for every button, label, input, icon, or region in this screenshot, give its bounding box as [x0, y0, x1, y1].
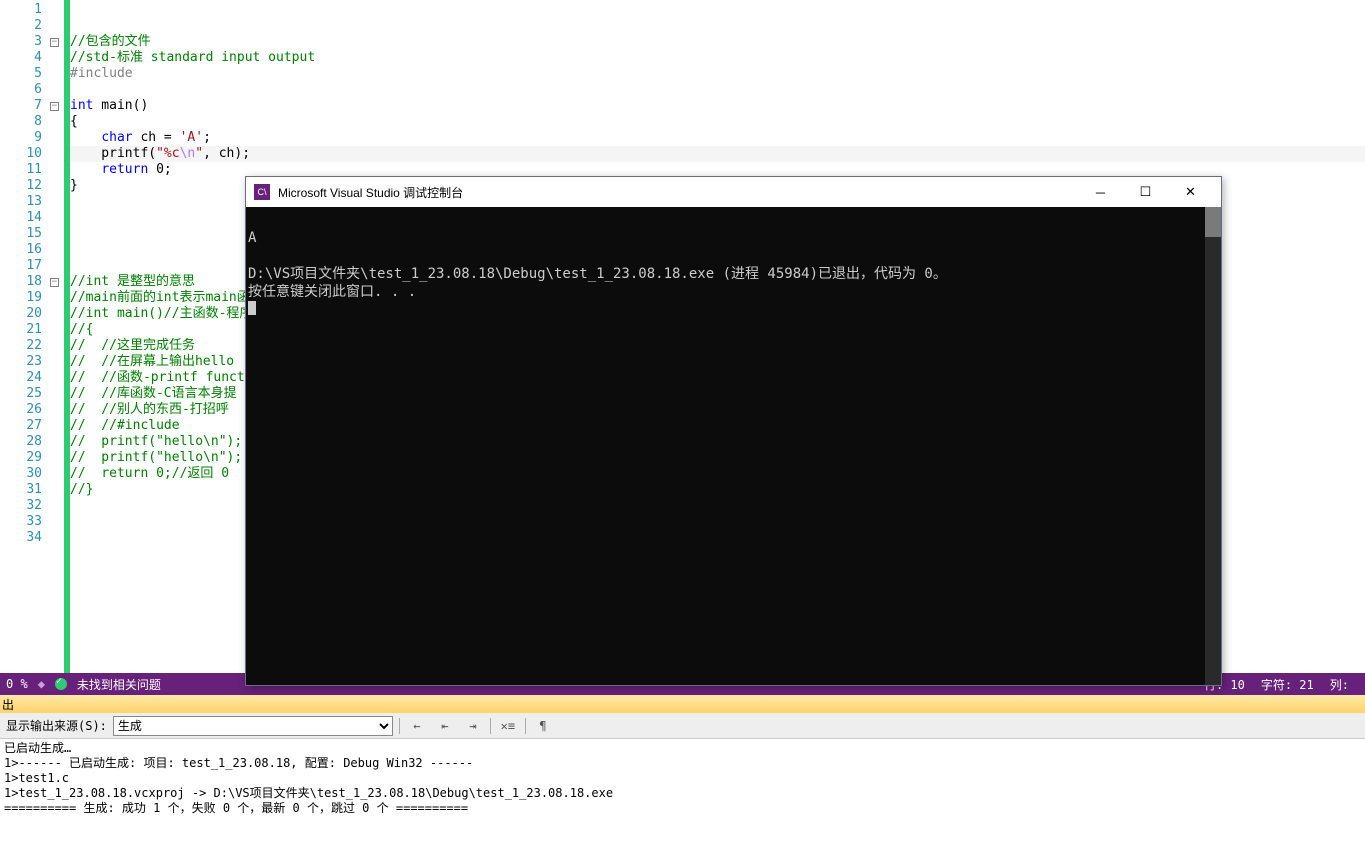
- console-title-text: Microsoft Visual Studio 调试控制台: [278, 184, 463, 201]
- output-source-select[interactable]: 生成: [113, 716, 393, 736]
- fold-toggle[interactable]: −: [50, 38, 59, 47]
- vs-icon: C\: [254, 184, 270, 200]
- output-panel-header[interactable]: 出: [0, 695, 1365, 713]
- maximize-button[interactable]: ☐: [1123, 178, 1168, 206]
- output-source-label: 显示输出来源(S):: [6, 717, 107, 734]
- fold-strip[interactable]: − − −: [50, 0, 64, 673]
- output-body[interactable]: 已启动生成… 1>------ 已启动生成: 项目: test_1_23.08.…: [0, 739, 1365, 844]
- status-char: 字符: 21: [1261, 676, 1314, 693]
- debug-console-window[interactable]: C\ Microsoft Visual Studio 调试控制台 ─ ☐ ✕ A…: [245, 176, 1222, 686]
- in-indent-icon[interactable]: ⇥: [462, 716, 484, 736]
- output-panel-title: 出: [2, 696, 14, 713]
- toggle-wrap-icon[interactable]: ¶: [532, 716, 554, 736]
- console-line: D:\VS项目文件夹\test_1_23.08.18\Debug\test_1_…: [248, 266, 947, 282]
- console-scrollbar[interactable]: [1205, 207, 1221, 685]
- fold-toggle[interactable]: −: [50, 278, 59, 287]
- scrollbar-thumb[interactable]: [1205, 207, 1221, 237]
- no-issues-label: 未找到相关问题: [77, 676, 161, 693]
- line-number-gutter: 1234567891011121314151617181920212223242…: [0, 0, 50, 673]
- fold-toggle[interactable]: −: [50, 102, 59, 111]
- close-button[interactable]: ✕: [1168, 178, 1213, 206]
- output-toolbar: 显示输出来源(S): 生成 ← ⇤ ⇥ ✕≡ ¶: [0, 713, 1365, 739]
- console-cursor: [248, 301, 256, 315]
- console-line: 按任意键关闭此窗口. . .: [248, 284, 416, 300]
- check-icon: [55, 678, 67, 690]
- console-body[interactable]: A D:\VS项目文件夹\test_1_23.08.18\Debug\test_…: [246, 207, 1221, 685]
- prev-message-icon[interactable]: ←: [406, 716, 428, 736]
- minimize-button[interactable]: ─: [1078, 178, 1123, 206]
- clear-all-icon[interactable]: ✕≡: [497, 716, 519, 736]
- out-indent-icon[interactable]: ⇤: [434, 716, 456, 736]
- zoom-level[interactable]: 0 %: [6, 677, 28, 691]
- console-titlebar[interactable]: C\ Microsoft Visual Studio 调试控制台 ─ ☐ ✕: [246, 177, 1221, 207]
- console-line: A: [248, 230, 256, 246]
- status-col: 列:: [1330, 676, 1349, 693]
